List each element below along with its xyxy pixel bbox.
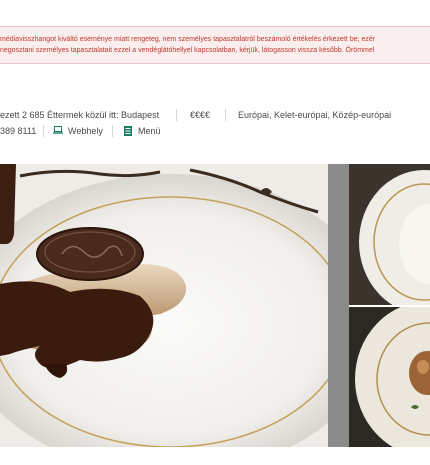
warning-text-line-2: negosztani személyes tapasztalatait ezze… bbox=[0, 47, 375, 54]
restaurant-info-row: ezett 2 685 Éttermek közül itt: Budapest… bbox=[0, 108, 430, 122]
laptop-icon bbox=[53, 126, 63, 134]
main-photo[interactable] bbox=[0, 164, 328, 447]
website-link[interactable]: Webhely bbox=[68, 124, 103, 138]
divider bbox=[225, 109, 226, 121]
cuisines-text[interactable]: Európai, Kelet-európai, Közép-európai bbox=[238, 108, 391, 122]
gallery-photo-2[interactable] bbox=[349, 164, 430, 305]
contact-row: 389 8111 Webhely Menü bbox=[0, 124, 430, 138]
dessert-plate-photo bbox=[0, 164, 328, 447]
gallery-divider bbox=[328, 164, 349, 447]
divider bbox=[176, 109, 177, 121]
plate-photo-2 bbox=[349, 164, 430, 305]
price-range: €€€€ bbox=[190, 110, 211, 120]
divider bbox=[112, 125, 113, 137]
gallery-photo-3[interactable] bbox=[349, 307, 430, 447]
phone-number[interactable]: 389 8111 bbox=[0, 124, 36, 138]
warning-text-line-1: médiavisszhangot kiváltó eseménye miatt … bbox=[0, 36, 376, 43]
warning-banner: médiavisszhangot kiváltó eseménye miatt … bbox=[0, 26, 430, 64]
menu-link[interactable]: Menü bbox=[138, 124, 161, 138]
menu-book-icon bbox=[124, 126, 132, 136]
ranking-text[interactable]: ezett 2 685 Éttermek közül itt: Budapest bbox=[0, 108, 159, 122]
divider bbox=[43, 125, 44, 137]
plate-photo-3 bbox=[349, 307, 430, 447]
